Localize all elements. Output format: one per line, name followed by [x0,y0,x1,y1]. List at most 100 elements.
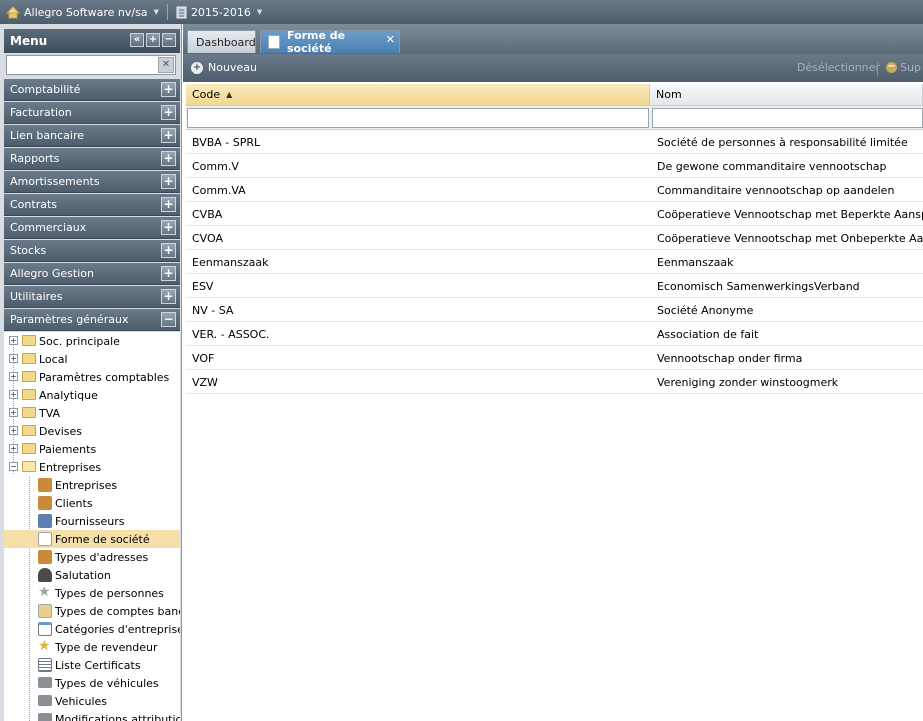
cell-code: VER. - ASSOC. [192,328,270,341]
minus-icon[interactable]: − [161,312,176,327]
table-row[interactable]: VOF Vennootschap onder firma [186,346,923,370]
table-row[interactable]: CVOA Coöperatieve Vennootschap met Onbepe… [186,226,923,250]
tree-label: Clients [55,496,93,510]
tree-item-vehicules[interactable]: Vehicules [4,692,180,710]
collapse-all-icon[interactable]: − [162,33,176,47]
tree-folder-paiements[interactable]: + Paiements [4,440,180,458]
collapse-icon[interactable]: − [9,462,18,471]
house-icon [38,496,52,510]
menu-category-parametres-generaux[interactable]: Paramètres généraux − [4,309,180,331]
tree-item-modifications-attributions[interactable]: Modifications attributions [4,710,180,721]
menu-search-input[interactable]: ✕ [6,55,176,75]
plus-icon[interactable]: + [161,174,176,189]
plus-icon[interactable]: + [161,197,176,212]
tree-item-forme-de-societe[interactable]: Forme de société [4,530,180,548]
filter-code-input[interactable] [187,108,649,128]
menu-category-amortissements[interactable]: Amortissements + [4,171,180,193]
expand-icon[interactable]: + [9,336,18,345]
plus-icon[interactable]: + [161,243,176,258]
tree-item-types-vehicules[interactable]: Types de véhicules [4,674,180,692]
expand-icon[interactable]: + [9,426,18,435]
table-row[interactable]: ESV Economisch SamenwerkingsVerband [186,274,923,298]
table-row[interactable]: BVBA - SPRL Société de personnes à respon… [186,130,923,154]
folder-icon [22,425,36,436]
expand-all-icon[interactable]: + [146,33,160,47]
cell-nom: Economisch SamenwerkingsVerband [657,280,860,293]
tree-item-types-adresses[interactable]: Types d'adresses [4,548,180,566]
table-row[interactable]: Comm.VA Commanditaire vennootschap op aan… [186,178,923,202]
column-label: Code [192,88,221,101]
tree-folder-tva[interactable]: + TVA [4,404,180,422]
cell-code: VZW [192,376,218,389]
home-icon [6,5,20,18]
menu-category-contrats[interactable]: Contrats + [4,194,180,216]
tab-label: Dashboard [196,35,256,49]
expand-icon[interactable]: + [9,408,18,417]
menu-category-allegro-gestion[interactable]: Allegro Gestion + [4,263,180,285]
cell-code: NV - SA [192,304,234,317]
table-row[interactable]: CVBA Coöperatieve Vennootschap met Beperk… [186,202,923,226]
close-icon[interactable]: ✕ [386,33,395,46]
column-header-nom[interactable]: Nom [650,84,923,106]
expand-icon[interactable]: + [9,390,18,399]
tree-folder-local[interactable]: + Local [4,350,180,368]
expand-icon[interactable]: + [9,354,18,363]
delete-button[interactable]: − Sup [886,61,921,74]
tab-forme-de-societe[interactable]: Forme de société ✕ [260,29,400,55]
tree-item-clients[interactable]: Clients [4,494,180,512]
deselect-button[interactable]: Désélectionner [797,61,880,74]
plus-icon[interactable]: + [161,105,176,120]
plus-icon[interactable]: + [161,128,176,143]
plus-icon[interactable]: + [161,289,176,304]
tree-folder-devises[interactable]: + Devises [4,422,180,440]
plus-icon[interactable]: + [161,151,176,166]
tree-item-liste-certificats[interactable]: Liste Certificats [4,656,180,674]
new-button[interactable]: + Nouveau [191,61,257,74]
cell-code: BVBA - SPRL [192,136,261,149]
column-header-code[interactable]: Code ▲ [186,84,650,106]
year-selector[interactable]: 2015-2016 ▼ [176,6,262,19]
tree-item-salutation[interactable]: Salutation [4,566,180,584]
truck-icon [38,713,52,721]
company-selector[interactable]: Allegro Software nv/sa ▼ [6,6,159,19]
menu-category-comptabilite[interactable]: Comptabilité + [4,79,180,101]
tree-folder-analytique[interactable]: + Analytique [4,386,180,404]
menu-category-commerciaux[interactable]: Commerciaux + [4,217,180,239]
tree-folder-soc-principale[interactable]: + Soc. principale [4,332,180,350]
star-icon: ★ [38,584,51,600]
table-row[interactable]: VER. - ASSOC. Association de fait [186,322,923,346]
collapse-left-icon[interactable]: « [130,33,144,47]
clear-icon[interactable]: ✕ [158,57,174,73]
truck-icon [38,695,52,706]
table-row[interactable]: Eenmanszaak Eenmanszaak [186,250,923,274]
tree-folder-parametres-comptables[interactable]: + Paramètres comptables [4,368,180,386]
plus-icon[interactable]: + [161,220,176,235]
tree-item-categories-entreprise[interactable]: Catégories d'entreprise [4,620,180,638]
menu-category-lien-bancaire[interactable]: Lien bancaire + [4,125,180,147]
menu-category-stocks[interactable]: Stocks + [4,240,180,262]
top-bar: Allegro Software nv/sa ▼ 2015-2016 ▼ [0,0,923,24]
tree-label: TVA [39,406,61,420]
company-name: Allegro Software nv/sa [24,5,148,19]
tab-dashboard[interactable]: Dashboard [187,30,256,53]
tree-folder-entreprises[interactable]: − Entreprises [4,458,180,476]
table-row[interactable]: VZW Vereniging zonder winstoogmerk [186,370,923,394]
plus-icon[interactable]: + [161,266,176,281]
expand-icon[interactable]: + [9,372,18,381]
document-icon [268,35,280,49]
filter-nom-input[interactable] [652,108,923,128]
tree-item-types-comptes-bancaires[interactable]: Types de comptes banca [4,602,180,620]
category-label: Comptabilité [10,83,81,96]
table-row[interactable]: NV - SA Société Anonyme [186,298,923,322]
tree-item-entreprises[interactable]: Entreprises [4,476,180,494]
cell-code: CVBA [192,208,223,221]
table-row[interactable]: Comm.V De gewone commanditaire vennootsch… [186,154,923,178]
expand-icon[interactable]: + [9,444,18,453]
tree-item-types-personnes[interactable]: ★ Types de personnes [4,584,180,602]
menu-category-facturation[interactable]: Facturation + [4,102,180,124]
tree-item-type-revendeur[interactable]: ★ Type de revendeur [4,638,180,656]
plus-icon[interactable]: + [161,82,176,97]
tree-item-fournisseurs[interactable]: Fournisseurs [4,512,180,530]
menu-category-utilitaires[interactable]: Utilitaires + [4,286,180,308]
menu-category-rapports[interactable]: Rapports + [4,148,180,170]
